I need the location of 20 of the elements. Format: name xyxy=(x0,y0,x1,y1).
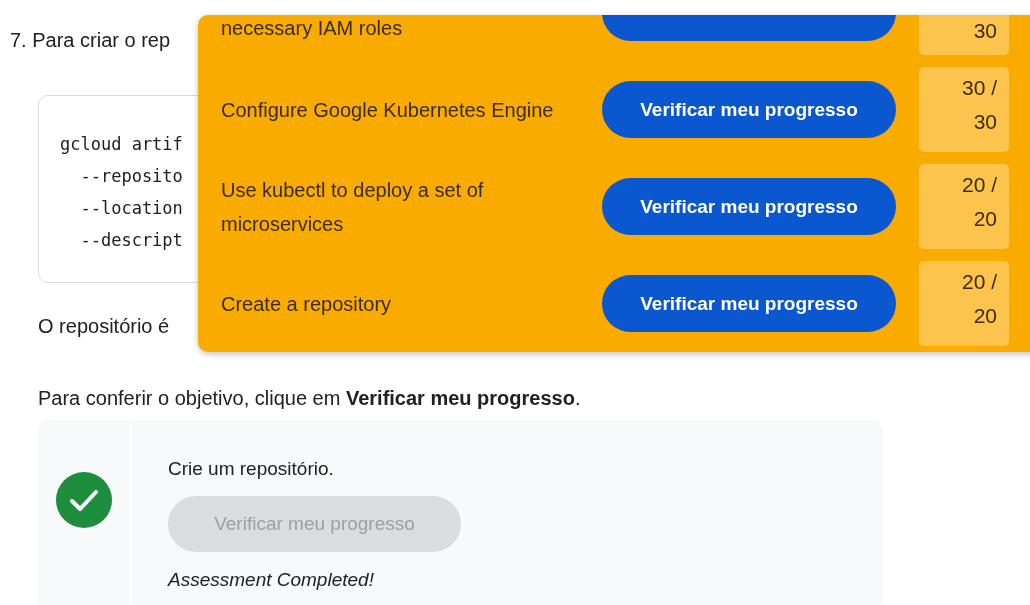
task-label: Use kubectl to deploy a set of microservices xyxy=(221,177,485,237)
task-label: Create a repository xyxy=(221,291,393,317)
check-progress-button[interactable]: Verificar meu progresso xyxy=(602,178,896,235)
check-progress-button[interactable]: Verificar meu progresso xyxy=(602,81,896,138)
paragraph: O repositório é xyxy=(38,315,170,338)
task-label: Configure Google Kubernetes Engine xyxy=(221,97,555,123)
code-line: --descript xyxy=(79,229,183,252)
score-text: 30 / 30 xyxy=(919,67,1009,152)
code-line: gcloud artif xyxy=(60,133,183,156)
code-line: --reposito xyxy=(79,165,183,188)
instruction-text: Para conferir o objetivo, clique em Verificar meu progresso. xyxy=(38,387,581,410)
status-text: Assessment Completed! xyxy=(168,569,375,591)
score-text: 20 / 20 xyxy=(919,164,1009,249)
task-text: Crie um repositório. xyxy=(168,458,335,480)
score-text: 30 xyxy=(919,15,1009,55)
step-text: 7. Para criar o rep xyxy=(10,29,171,52)
task-label: necessary IAM roles xyxy=(221,15,404,41)
check-progress-button[interactable]: Verificar meu progresso xyxy=(602,275,896,332)
code-line: --location xyxy=(79,197,183,220)
score-text: 20 / 20 xyxy=(919,261,1009,346)
